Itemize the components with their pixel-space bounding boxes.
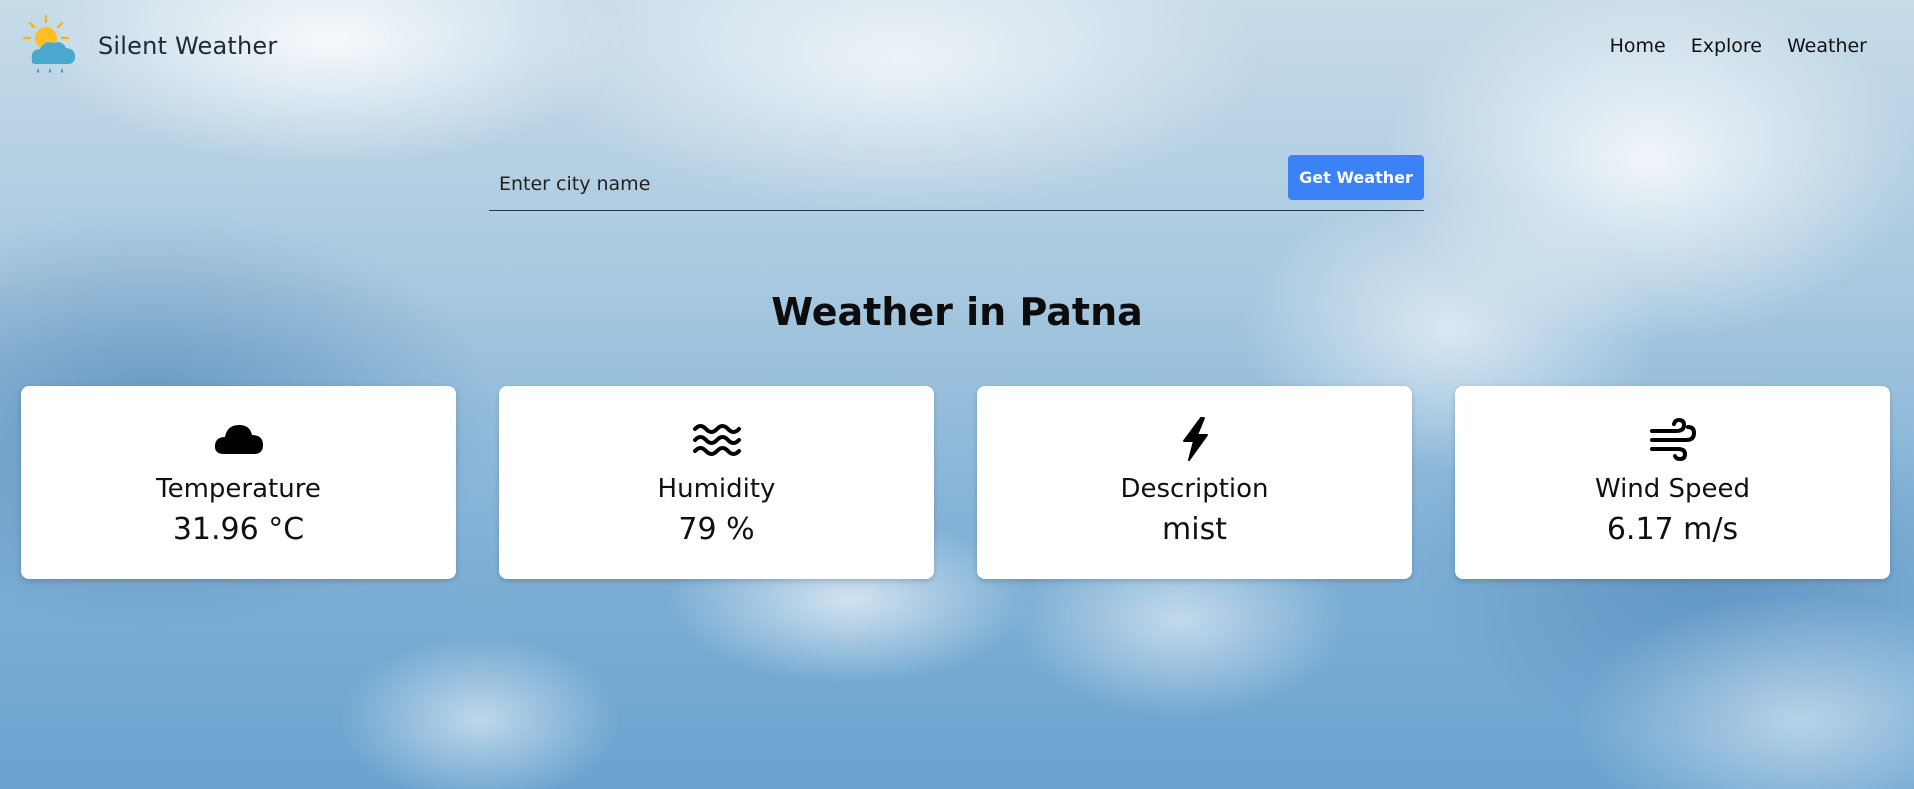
wind-icon: [1649, 417, 1696, 462]
card-label: Wind Speed: [1594, 474, 1751, 504]
description-card: Description mist: [977, 386, 1412, 579]
top-header: Silent Weather Home Explore Weather: [0, 0, 1914, 90]
card-label: Humidity: [657, 474, 776, 504]
temperature-value: 31.96 °C: [172, 512, 305, 547]
page-title: Weather in Patna: [771, 290, 1143, 334]
humidity-card: Humidity 79 %: [499, 386, 934, 579]
temperature-card: Temperature 31.96 °C: [21, 386, 456, 579]
brand-name[interactable]: Silent Weather: [98, 32, 277, 60]
nav-home[interactable]: Home: [1610, 35, 1666, 57]
nav-explore[interactable]: Explore: [1691, 35, 1762, 57]
card-label: Description: [1120, 474, 1269, 504]
card-label: Temperature: [156, 474, 321, 504]
cloud-icon: [214, 425, 263, 454]
description-value: mist: [1162, 512, 1227, 547]
city-name-input[interactable]: [489, 163, 1281, 205]
get-weather-button[interactable]: Get Weather: [1288, 155, 1424, 200]
wind-speed-value: 6.17 m/s: [1606, 512, 1739, 547]
nav-weather[interactable]: Weather: [1787, 35, 1867, 57]
weather-cards: Temperature 31.96 °C Humidity 79 % Descr…: [21, 386, 1891, 580]
main-nav: Home Explore Weather: [1610, 35, 1867, 57]
city-search-form: Get Weather: [489, 155, 1424, 211]
sun-cloud-rain-logo-icon[interactable]: [22, 14, 80, 80]
lightning-bolt-icon: [1182, 417, 1208, 461]
humidity-value: 79 %: [678, 512, 755, 547]
water-waves-icon: [692, 424, 741, 456]
wind-speed-card: Wind Speed 6.17 m/s: [1455, 386, 1890, 579]
